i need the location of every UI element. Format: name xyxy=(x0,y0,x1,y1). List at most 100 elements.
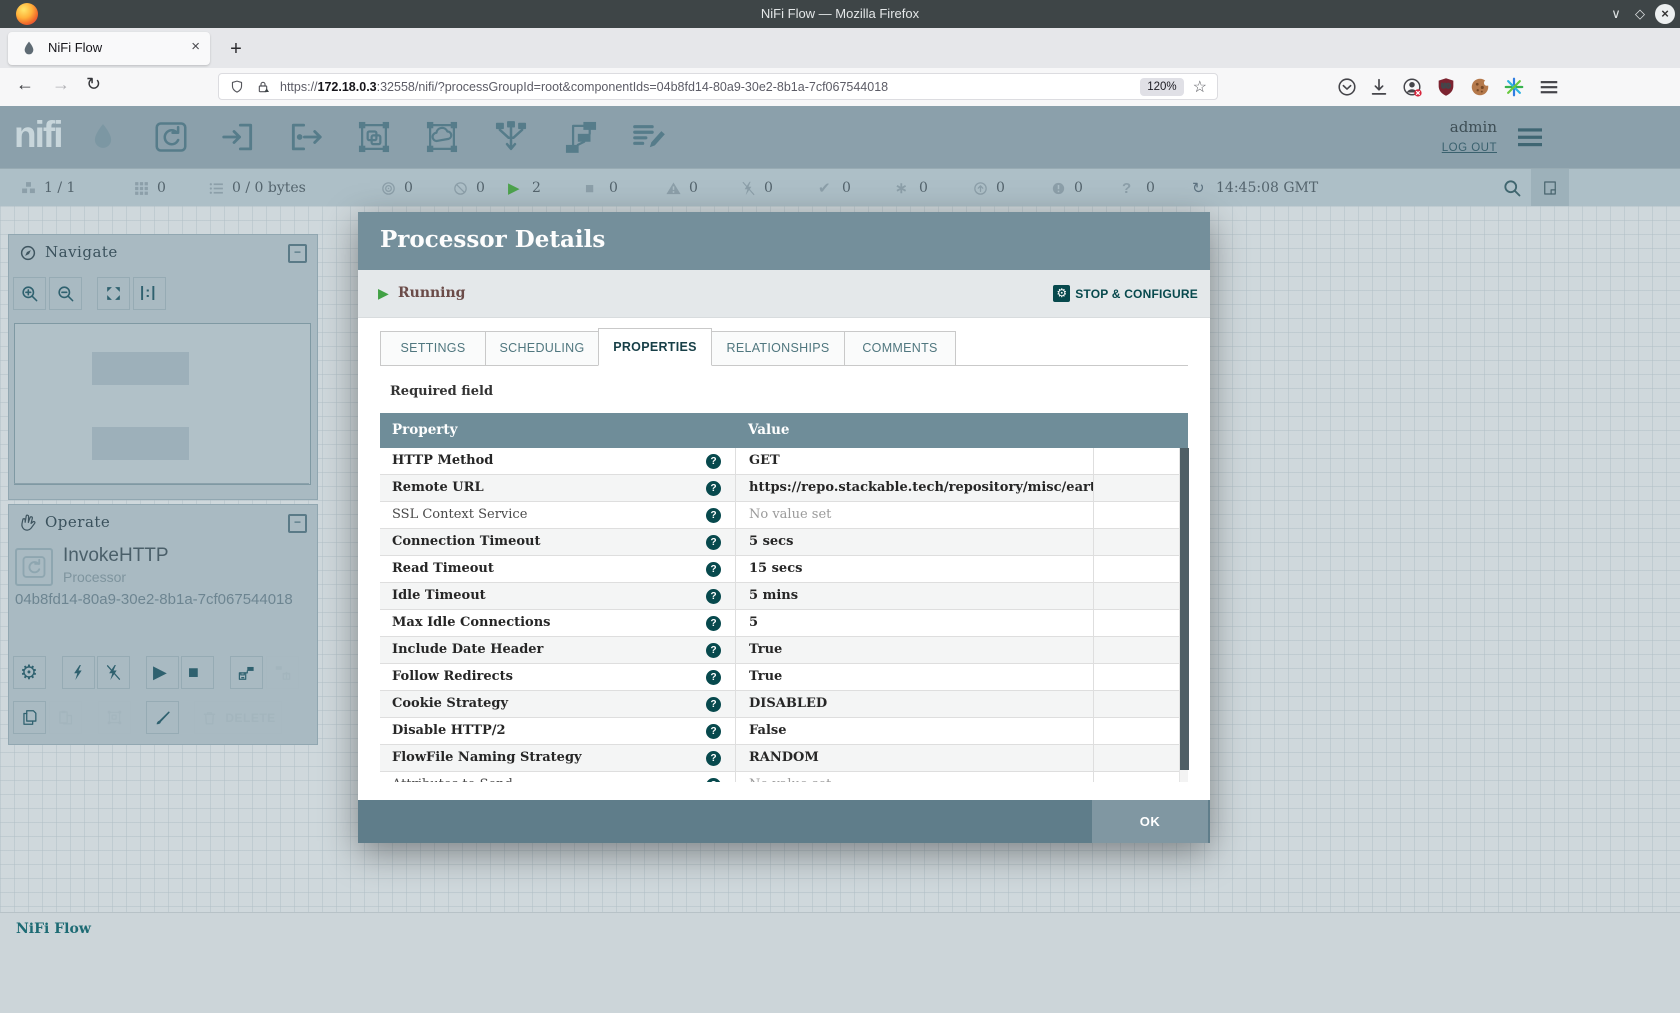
window-maximize-button[interactable]: ◇ xyxy=(1630,4,1650,24)
tab-settings[interactable]: SETTINGS xyxy=(380,331,486,366)
tab-properties[interactable]: PROPERTIES xyxy=(598,328,712,366)
property-value[interactable]: 5 secs xyxy=(735,529,1093,555)
bulletin-board-button[interactable] xyxy=(1531,169,1569,207)
window-close-button[interactable]: × xyxy=(1655,4,1675,24)
help-icon[interactable]: ? xyxy=(706,508,721,523)
pocket-icon[interactable] xyxy=(1336,76,1358,98)
process-group-tool[interactable] xyxy=(355,118,393,156)
dialog-body: SETTINGSSCHEDULINGPROPERTIESRELATIONSHIP… xyxy=(358,318,1210,800)
browser-tab[interactable]: NiFi Flow × xyxy=(8,32,210,65)
group-button[interactable] xyxy=(98,701,131,734)
upload-template-button[interactable] xyxy=(266,656,299,689)
zoom-actual-button[interactable]: |:| xyxy=(133,277,166,310)
help-icon[interactable]: ? xyxy=(706,670,721,685)
status-refresh[interactable]: ↻ 14:45:08 GMT xyxy=(1192,169,1318,207)
lock-icon[interactable] xyxy=(255,79,271,95)
tab-title: NiFi Flow xyxy=(48,40,102,55)
processor-tool[interactable] xyxy=(152,118,190,156)
logout-link[interactable]: LOG OUT xyxy=(1442,142,1497,154)
help-icon[interactable]: ? xyxy=(706,616,721,631)
cookie-extension-icon[interactable] xyxy=(1469,76,1491,98)
navigate-collapse-button[interactable]: − xyxy=(288,244,307,263)
tab-scheduling[interactable]: SCHEDULING xyxy=(485,331,599,366)
stop-icon: ■ xyxy=(585,180,602,197)
refresh-icon[interactable]: ↻ xyxy=(1192,180,1209,197)
url-bar[interactable]: https://172.18.0.3:32558/nifi/?processGr… xyxy=(218,73,1218,100)
browser-menu-icon[interactable] xyxy=(1538,76,1560,98)
stop-button[interactable]: ■ xyxy=(181,656,214,689)
tracking-shield-icon[interactable] xyxy=(229,79,245,95)
property-value[interactable]: 5 xyxy=(735,610,1093,636)
help-icon[interactable]: ? xyxy=(706,643,721,658)
url-text: https://172.18.0.3:32558/nifi/?processGr… xyxy=(280,80,1140,94)
output-port-tool[interactable] xyxy=(287,118,325,156)
tab-relationships[interactable]: RELATIONSHIPS xyxy=(711,331,845,366)
color-button[interactable] xyxy=(146,701,179,734)
property-value[interactable]: https://repo.stackable.tech/repository/m… xyxy=(735,475,1093,501)
tab-favicon-droplet-icon xyxy=(21,40,37,56)
configure-button[interactable]: ⚙ xyxy=(13,656,46,689)
disable-button[interactable] xyxy=(97,656,130,689)
property-value[interactable]: True xyxy=(735,664,1093,690)
window-minimize-button[interactable]: ∨ xyxy=(1606,4,1626,24)
remote-process-group-tool[interactable] xyxy=(423,118,461,156)
bookmark-star-icon[interactable]: ☆ xyxy=(1193,77,1207,97)
property-value[interactable]: False xyxy=(735,718,1093,744)
funnel-tool[interactable] xyxy=(492,118,530,156)
stop-and-configure-button[interactable]: ⚙ STOP & CONFIGURE xyxy=(1053,285,1198,302)
help-icon[interactable]: ? xyxy=(706,481,721,496)
template-tool[interactable] xyxy=(562,118,600,156)
property-value[interactable]: No value set xyxy=(735,502,1093,528)
help-icon[interactable]: ? xyxy=(706,535,721,550)
help-icon[interactable]: ? xyxy=(706,697,721,712)
properties-table: Property Value HTTP Method?GETRemote URL… xyxy=(380,413,1188,782)
help-icon[interactable]: ? xyxy=(706,724,721,739)
search-icon[interactable] xyxy=(1502,178,1522,198)
property-value[interactable]: GET xyxy=(735,448,1093,474)
paste-button[interactable] xyxy=(49,701,82,734)
tab-comments[interactable]: COMMENTS xyxy=(844,331,956,366)
ublock-extension-icon[interactable]: UO xyxy=(1435,76,1457,98)
help-icon[interactable]: ? xyxy=(706,454,721,469)
help-icon[interactable]: ? xyxy=(706,589,721,604)
property-value[interactable]: No value set xyxy=(735,772,1093,782)
global-menu-icon[interactable] xyxy=(1512,121,1548,153)
excl-circle-icon xyxy=(1050,180,1067,197)
copy-button[interactable] xyxy=(13,701,46,734)
extension-sparkle-icon[interactable] xyxy=(1503,76,1525,98)
create-template-button[interactable] xyxy=(230,656,263,689)
new-tab-button[interactable]: + xyxy=(222,35,250,63)
birdseye-minimap[interactable] xyxy=(14,323,311,485)
table-scrollbar[interactable] xyxy=(1179,448,1188,782)
ok-button[interactable]: OK xyxy=(1092,800,1208,843)
operate-collapse-button[interactable]: − xyxy=(288,514,307,533)
forward-button[interactable]: → xyxy=(52,74,70,95)
zoom-level-badge[interactable]: 120% xyxy=(1140,78,1183,96)
tab-close-icon[interactable]: × xyxy=(191,38,200,55)
property-value[interactable]: 15 secs xyxy=(735,556,1093,582)
back-button[interactable]: ← xyxy=(16,74,34,95)
input-port-tool[interactable] xyxy=(219,118,257,156)
start-button[interactable]: ▶ xyxy=(146,656,179,689)
account-icon[interactable] xyxy=(1401,76,1423,98)
current-user: admin xyxy=(1450,118,1497,136)
property-row: Idle Timeout?5 mins xyxy=(380,583,1179,610)
property-value[interactable]: RANDOM xyxy=(735,745,1093,771)
delete-button[interactable]: DELETE xyxy=(194,701,282,734)
property-value[interactable]: DISABLED xyxy=(735,691,1093,717)
reload-button[interactable]: ↻ xyxy=(86,74,101,95)
help-icon[interactable]: ? xyxy=(706,778,721,782)
breadcrumb[interactable]: NiFi Flow xyxy=(16,921,91,937)
zoom-fit-button[interactable] xyxy=(97,277,130,310)
zoom-in-button[interactable] xyxy=(13,277,46,310)
property-row: Follow Redirects?True xyxy=(380,664,1179,691)
downloads-icon[interactable] xyxy=(1368,76,1390,98)
label-tool[interactable] xyxy=(630,118,668,156)
zoom-out-button[interactable] xyxy=(49,277,82,310)
property-value[interactable]: True xyxy=(735,637,1093,663)
enable-button[interactable] xyxy=(62,656,95,689)
help-icon[interactable]: ? xyxy=(706,751,721,766)
scrollbar-thumb[interactable] xyxy=(1180,448,1189,770)
property-value[interactable]: 5 mins xyxy=(735,583,1093,609)
help-icon[interactable]: ? xyxy=(706,562,721,577)
